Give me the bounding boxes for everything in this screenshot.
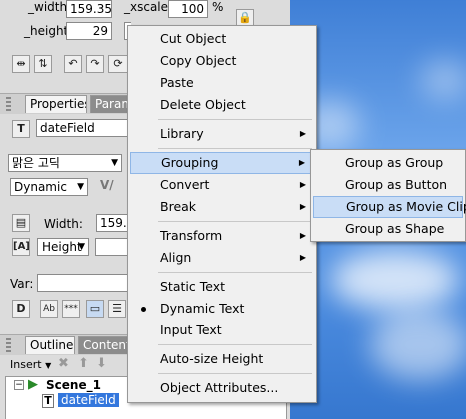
menu-item-convert[interactable]: Convert ▶ bbox=[130, 174, 314, 196]
xscale-field[interactable]: 100 bbox=[168, 0, 208, 18]
insert-button[interactable]: Insert ▼ bbox=[10, 358, 51, 371]
flip-horizontal-icon[interactable]: ⇹ bbox=[12, 55, 30, 73]
menu-item-input-text[interactable]: Input Text bbox=[130, 319, 314, 341]
height-field[interactable]: 29 bbox=[66, 22, 112, 40]
submenu-arrow-icon: ▶ bbox=[299, 202, 306, 211]
submenu-item-group-as-movie-clip[interactable]: Group as Movie Clip bbox=[313, 196, 466, 218]
submenu-arrow-icon: ▶ bbox=[299, 129, 306, 138]
rotate-icon[interactable]: ⟳ bbox=[108, 55, 128, 73]
font-select[interactable]: 맑은 고딕 ▼ bbox=[8, 154, 122, 172]
vertical-text-icon[interactable]: V/ bbox=[100, 178, 114, 192]
menu-item-align[interactable]: Align ▶ bbox=[130, 247, 314, 269]
menu-separator bbox=[158, 344, 312, 345]
selectable-text-icon[interactable]: Ab bbox=[40, 300, 58, 318]
submenu-arrow-icon: ▶ bbox=[299, 180, 306, 189]
tab-properties[interactable]: Properties bbox=[25, 95, 87, 113]
text-type-icon: T bbox=[12, 120, 30, 138]
tab-parameters[interactable]: Parameters bbox=[90, 95, 130, 113]
submenu-item-group-as-shape[interactable]: Group as Shape bbox=[313, 218, 463, 240]
var-label: Var: bbox=[10, 277, 34, 291]
menu-item-library[interactable]: Library ▶ bbox=[130, 123, 314, 145]
submenu-item-group-as-group[interactable]: Group as Group bbox=[313, 152, 463, 174]
menu-item-grouping[interactable]: Grouping ▶ bbox=[130, 152, 314, 174]
auto-size-icon: [A] bbox=[12, 238, 30, 256]
multiline-icon[interactable]: ☰ bbox=[108, 300, 126, 318]
menu-item-static-text[interactable]: Static Text bbox=[130, 276, 314, 298]
text-box-icon: ▤ bbox=[12, 214, 30, 232]
tree-item-datefield[interactable]: dateField bbox=[58, 393, 119, 407]
text-type-value: Dynamic bbox=[14, 180, 67, 194]
font-select-value: 맑은 고딕 bbox=[12, 156, 60, 170]
menu-separator bbox=[158, 221, 312, 222]
border-icon[interactable]: ▭ bbox=[86, 300, 104, 318]
text-type-select[interactable]: Dynamic ▼ bbox=[10, 178, 88, 196]
move-up-icon[interactable]: ⬆ bbox=[78, 356, 89, 371]
panel-grip-icon[interactable] bbox=[6, 338, 11, 352]
rotate-left-icon[interactable]: ↶ bbox=[64, 55, 82, 73]
menu-separator bbox=[158, 373, 312, 374]
chevron-down-icon: ▼ bbox=[111, 158, 118, 168]
cloud-glow bbox=[420, 60, 466, 100]
submenu-arrow-icon: ▶ bbox=[298, 158, 305, 167]
tab-outline[interactable]: Outline bbox=[25, 336, 75, 354]
var-field[interactable] bbox=[37, 274, 131, 292]
instance-name-field[interactable]: dateField bbox=[36, 119, 132, 137]
chevron-down-icon: ▼ bbox=[78, 242, 85, 252]
menu-separator bbox=[158, 119, 312, 120]
context-menu: Cut Object Copy Object Paste Delete Obje… bbox=[127, 25, 317, 403]
xscale-label: _xscale: bbox=[124, 0, 173, 14]
chevron-down-icon: ▼ bbox=[77, 182, 84, 192]
prop-width-field[interactable]: 159. bbox=[96, 214, 130, 232]
radio-bullet-icon bbox=[141, 307, 146, 312]
tree-item-scene[interactable]: Scene_1 bbox=[46, 378, 101, 392]
menu-item-break[interactable]: Break ▶ bbox=[130, 196, 314, 218]
menu-item-object-attributes[interactable]: Object Attributes... bbox=[130, 377, 314, 399]
delete-icon[interactable]: ✖ bbox=[58, 356, 69, 371]
menu-separator bbox=[158, 272, 312, 273]
menu-item-transform[interactable]: Transform ▶ bbox=[130, 225, 314, 247]
submenu-arrow-icon: ▶ bbox=[299, 253, 306, 262]
cloud-glow bbox=[330, 250, 460, 310]
menu-item-auto-size-height[interactable]: Auto-size Height bbox=[130, 348, 314, 370]
menu-separator bbox=[158, 148, 312, 149]
height-value-field[interactable] bbox=[95, 238, 131, 256]
grouping-submenu: Group as Group Group as Button Group as … bbox=[310, 149, 466, 242]
menu-item-copy-object[interactable]: Copy Object bbox=[130, 50, 314, 72]
width-label: _width: bbox=[28, 0, 72, 14]
xscale-unit: % bbox=[212, 0, 224, 14]
password-text-icon[interactable]: *** bbox=[62, 300, 80, 318]
height-mode-value: Height bbox=[42, 240, 82, 254]
width-field[interactable]: 159.35 bbox=[66, 0, 112, 18]
rotate-right-icon[interactable]: ↷ bbox=[86, 55, 104, 73]
flip-vertical-icon[interactable]: ⇅ bbox=[34, 55, 52, 73]
menu-item-delete-object[interactable]: Delete Object bbox=[130, 94, 314, 116]
move-down-icon[interactable]: ⬇ bbox=[96, 356, 107, 371]
scene-icon: ▶ bbox=[28, 377, 38, 392]
menu-item-dynamic-text[interactable]: Dynamic Text bbox=[130, 298, 314, 320]
height-mode-select[interactable]: Height ▼ bbox=[37, 238, 89, 256]
menu-item-cut-object[interactable]: Cut Object bbox=[130, 28, 314, 50]
submenu-item-group-as-button[interactable]: Group as Button bbox=[313, 174, 463, 196]
panel-grip-icon[interactable] bbox=[6, 97, 11, 111]
tab-contents[interactable]: Contents bbox=[78, 336, 130, 354]
prop-width-label: Width: bbox=[44, 217, 83, 231]
text-object-icon: T bbox=[42, 394, 54, 408]
menu-item-paste[interactable]: Paste bbox=[130, 72, 314, 94]
cloud-glow bbox=[370, 310, 466, 380]
html-text-icon[interactable]: D bbox=[12, 300, 30, 318]
collapse-icon[interactable]: − bbox=[14, 380, 24, 390]
submenu-arrow-icon: ▶ bbox=[299, 231, 306, 240]
